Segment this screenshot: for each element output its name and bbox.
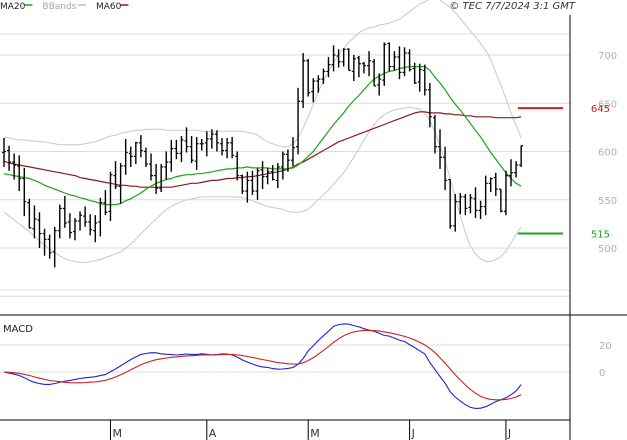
- macd-tick-label: 20: [599, 341, 612, 352]
- legend-label: MA20: [0, 2, 26, 12]
- price-tick-label: 500: [598, 244, 617, 255]
- legend-label: MA60: [96, 2, 122, 12]
- level-label-515: 515: [591, 230, 610, 241]
- month-label: J: [411, 427, 415, 440]
- stock-chart: 500550600650700 200 645515 MAMJJ MA20 BBa…: [0, 0, 627, 440]
- month-label: A: [209, 427, 217, 440]
- legend-label: BBands: [42, 2, 76, 12]
- month-label: J: [507, 427, 511, 440]
- month-label: M: [112, 427, 122, 440]
- macd-panel-title: MACD: [3, 324, 33, 335]
- level-label-645: 645: [591, 104, 610, 115]
- month-label: M: [310, 427, 320, 440]
- chart-legend: MA20 BBands MA60: [0, 2, 129, 12]
- copyright-timestamp: © TEC 7/7/2024 3:1 GMT: [449, 1, 576, 12]
- price-tick-label: 550: [598, 196, 617, 207]
- price-tick-label: 600: [598, 148, 617, 159]
- price-tick-label: 700: [598, 51, 617, 62]
- macd-tick-label: 0: [599, 368, 605, 379]
